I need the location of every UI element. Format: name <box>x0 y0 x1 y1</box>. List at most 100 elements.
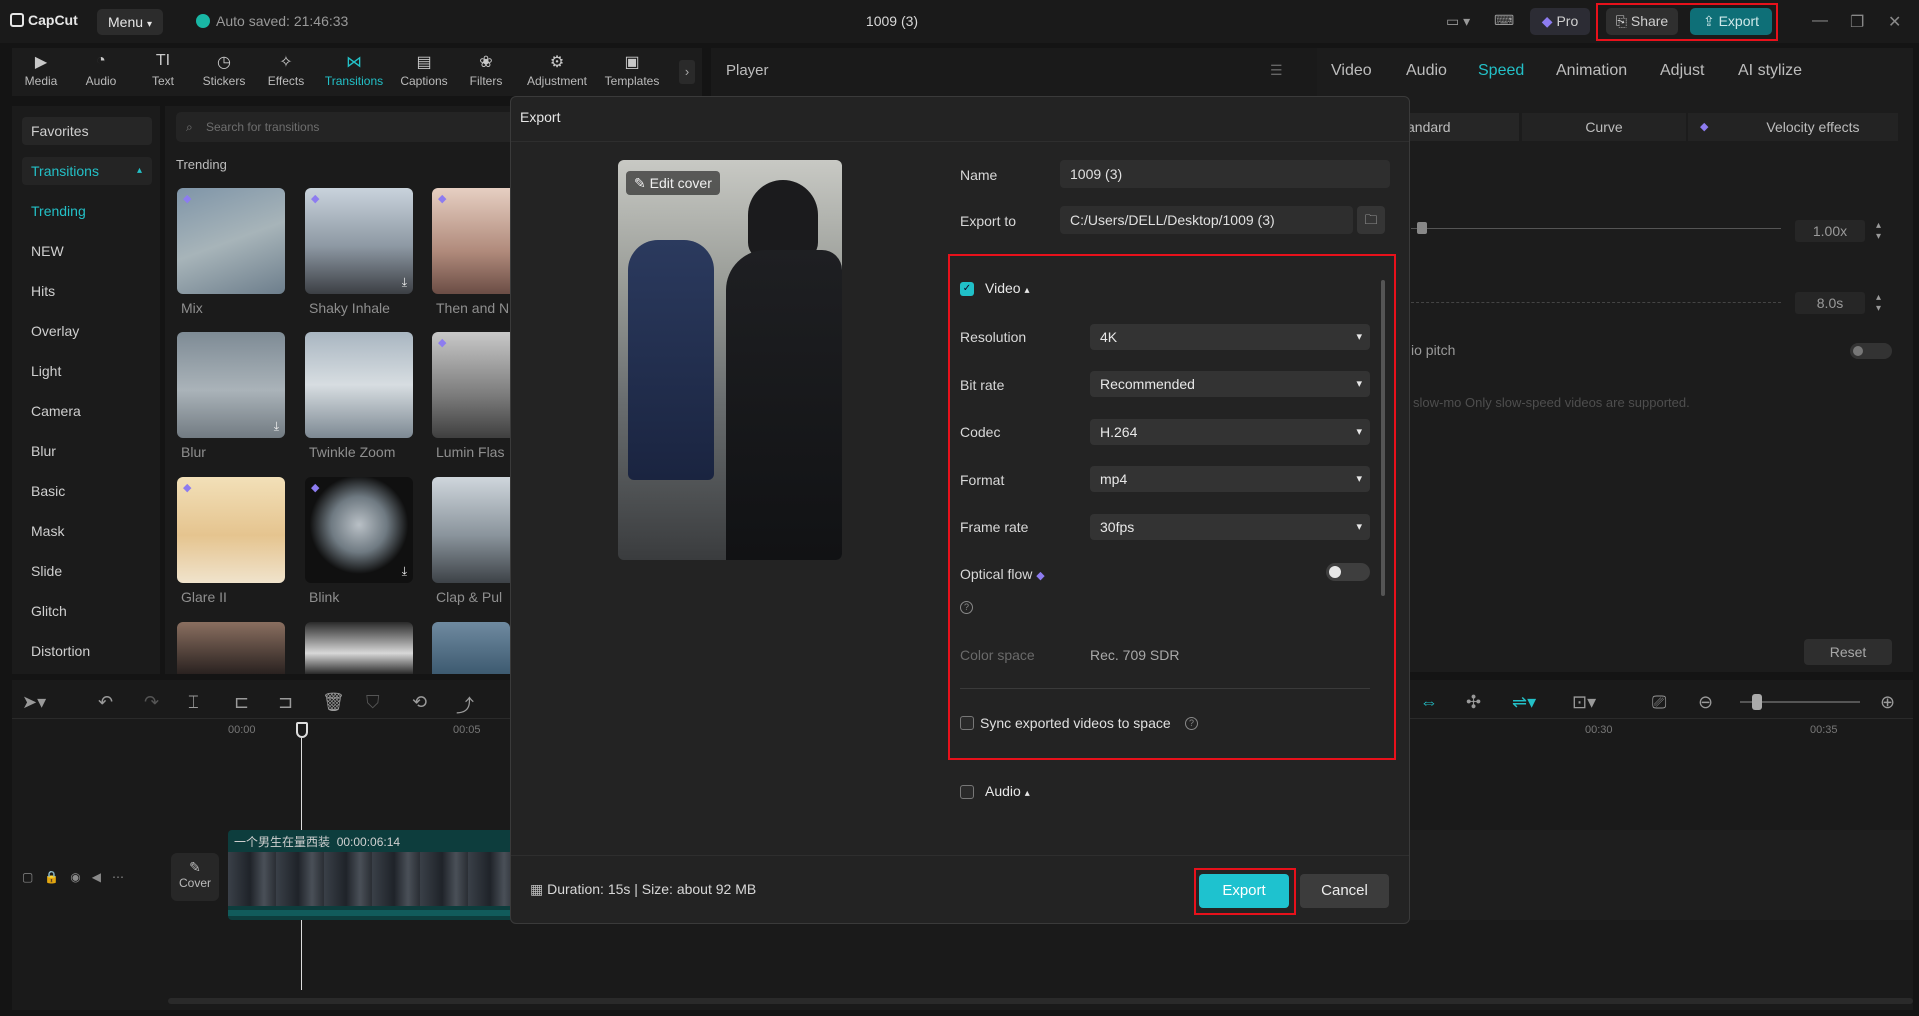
track-select-icon[interactable]: ▢ <box>22 870 44 884</box>
tab-adjust[interactable]: Adjust <box>1660 62 1704 80</box>
tab-animation[interactable]: Animation <box>1556 62 1627 80</box>
transition-thumb-mix[interactable]: ◆ <box>177 188 285 294</box>
stepper-icon[interactable]: ▴ ▾ <box>1876 292 1881 314</box>
search-input[interactable]: ⌕ Search for transitions <box>176 112 516 142</box>
transition-thumb-blink[interactable]: ◆ ⤓ <box>305 477 413 583</box>
help-icon[interactable]: ? <box>1185 717 1198 730</box>
name-input[interactable]: 1009 (3) <box>1060 160 1390 188</box>
category-basic[interactable]: Basic <box>22 477 152 505</box>
zoom-out-icon[interactable]: ⊖ <box>1698 692 1713 713</box>
sync-checkbox[interactable] <box>960 716 974 730</box>
transition-thumb-blur[interactable]: ⤓ <box>177 332 285 438</box>
category-transitions[interactable]: Transitions ▴ <box>22 157 152 185</box>
tab-speed[interactable]: Speed <box>1478 62 1524 80</box>
speed-mode-velocity[interactable]: ◆ Velocity effects <box>1688 113 1898 141</box>
tool-effects[interactable]: ✧ Effects <box>255 52 317 88</box>
split-left-icon[interactable]: ⊏ <box>234 692 249 713</box>
share-button[interactable]: ⎘ Share <box>1606 8 1678 35</box>
category-mask[interactable]: Mask <box>22 517 152 545</box>
help-icon[interactable]: ? <box>960 601 973 614</box>
speed-value[interactable]: 1.00x <box>1795 220 1865 242</box>
redo-icon[interactable]: ↷ <box>144 692 159 713</box>
category-favorites[interactable]: Favorites <box>22 117 152 145</box>
category-trending[interactable]: Trending <box>22 197 152 225</box>
optical-flow-toggle[interactable] <box>1326 563 1370 581</box>
split-right-icon[interactable]: ⊐ <box>278 692 293 713</box>
category-light[interactable]: Light <box>22 357 152 385</box>
category-glitch[interactable]: Glitch <box>22 597 152 625</box>
category-distortion[interactable]: Distortion <box>22 637 152 665</box>
more-icon[interactable]: ⋯ <box>112 870 135 884</box>
reset-button[interactable]: Reset <box>1804 639 1892 665</box>
category-hits[interactable]: Hits <box>22 277 152 305</box>
top-export-button[interactable]: ⇪ Export <box>1690 8 1772 35</box>
chain-icon[interactable]: ⇌▾ <box>1512 692 1536 713</box>
tool-filters[interactable]: ❀ Filters <box>455 52 517 88</box>
tab-ai-stylize[interactable]: AI stylize <box>1738 62 1802 80</box>
transition-thumb-partial[interactable] <box>177 622 285 674</box>
tool-templates[interactable]: ▣ Templates <box>599 52 665 88</box>
tab-audio[interactable]: Audio <box>1406 62 1447 80</box>
duration-value[interactable]: 8.0s <box>1795 292 1865 314</box>
volume-icon[interactable]: ◀ <box>92 870 112 884</box>
link-icon[interactable]: ⇔ <box>1420 692 1438 713</box>
speed-mode-standard[interactable]: andard <box>1395 113 1519 141</box>
shortcuts-icon[interactable]: ⌨ <box>1494 12 1514 29</box>
framerate-select[interactable]: 30fps ▾ <box>1090 514 1370 540</box>
cover-button[interactable]: ✎ Cover <box>171 853 219 901</box>
curve-icon[interactable]: ⤴ <box>456 692 474 718</box>
audio-section-toggle[interactable]: Audio ▴ <box>985 783 1030 799</box>
minimize-icon[interactable]: — <box>1812 12 1828 30</box>
restore-icon[interactable]: ❐ <box>1850 12 1864 32</box>
undo-icon[interactable]: ↶ <box>98 692 113 713</box>
format-select[interactable]: mp4 ▾ <box>1090 466 1370 492</box>
zoom-in-icon[interactable]: ⊕ <box>1880 692 1895 713</box>
transition-thumb-partial[interactable] <box>305 622 413 674</box>
transition-thumb-twinkle-zoom[interactable] <box>305 332 413 438</box>
category-new[interactable]: NEW <box>22 237 152 265</box>
tool-stickers[interactable]: ◷ Stickers <box>193 52 255 88</box>
pitch-toggle[interactable] <box>1850 343 1892 359</box>
delete-icon[interactable]: 🗑 <box>322 692 345 713</box>
transition-thumb-shaky-inhale[interactable]: ◆ ⤓ <box>305 188 413 294</box>
settings-scrollbar[interactable] <box>1381 280 1385 596</box>
layout-icon[interactable]: ▭ ▾ <box>1446 13 1470 30</box>
resolution-select[interactable]: 4K ▾ <box>1090 324 1370 350</box>
player-menu-icon[interactable]: ☰ <box>1270 62 1283 79</box>
snap-icon[interactable]: ✣ <box>1466 692 1481 713</box>
preview-axis-icon[interactable]: ⊡▾ <box>1572 692 1596 713</box>
speed-mode-curve[interactable]: Curve <box>1522 113 1686 141</box>
timeline-scrollbar[interactable] <box>168 998 1913 1004</box>
pro-button[interactable]: ◆ Pro <box>1530 8 1590 35</box>
tool-media[interactable]: ▶ Media <box>10 52 72 88</box>
close-icon[interactable]: ✕ <box>1888 12 1901 32</box>
bitrate-select[interactable]: Recommended ▾ <box>1090 371 1370 397</box>
cover-preview[interactable] <box>618 160 842 560</box>
folder-icon[interactable]: 🗀 <box>1357 206 1385 234</box>
tool-adjustment[interactable]: ⚙ Adjustment <box>522 52 592 88</box>
loop-icon[interactable]: ⟲ <box>412 692 427 713</box>
tool-transitions[interactable]: ⋈ Transitions <box>322 52 386 88</box>
codec-select[interactable]: H.264 ▾ <box>1090 419 1370 445</box>
video-section-toggle[interactable]: Video ▴ <box>985 280 1029 296</box>
shield-icon[interactable]: ⛉ <box>366 692 380 713</box>
edit-cover-button[interactable]: ✎ Edit cover <box>626 171 720 195</box>
lock-icon[interactable]: 🔒 <box>44 870 70 884</box>
tool-text[interactable]: TI Text <box>132 52 194 88</box>
toolbar-more-icon[interactable]: › <box>679 60 695 84</box>
track-controls[interactable]: ▢🔒◉◀⋯ <box>22 870 135 884</box>
zoom-slider-handle[interactable] <box>1752 694 1762 710</box>
export-path-input[interactable]: C:/Users/DELL/Desktop/1009 (3) <box>1060 206 1353 234</box>
audio-checkbox[interactable] <box>960 785 974 799</box>
stepper-icon[interactable]: ▴ ▾ <box>1876 220 1881 242</box>
category-slide[interactable]: Slide <box>22 557 152 585</box>
export-button[interactable]: Export <box>1199 874 1289 908</box>
tool-audio[interactable]: ◔ Audio <box>70 52 132 88</box>
cancel-button[interactable]: Cancel <box>1300 874 1389 908</box>
speed-slider-handle[interactable] <box>1417 222 1427 234</box>
playhead-handle[interactable] <box>296 722 308 738</box>
transition-thumb-partial[interactable] <box>432 622 510 674</box>
category-overlay[interactable]: Overlay <box>22 317 152 345</box>
video-checkbox[interactable]: ✓ <box>960 282 974 296</box>
eye-icon[interactable]: ◉ <box>70 870 91 884</box>
